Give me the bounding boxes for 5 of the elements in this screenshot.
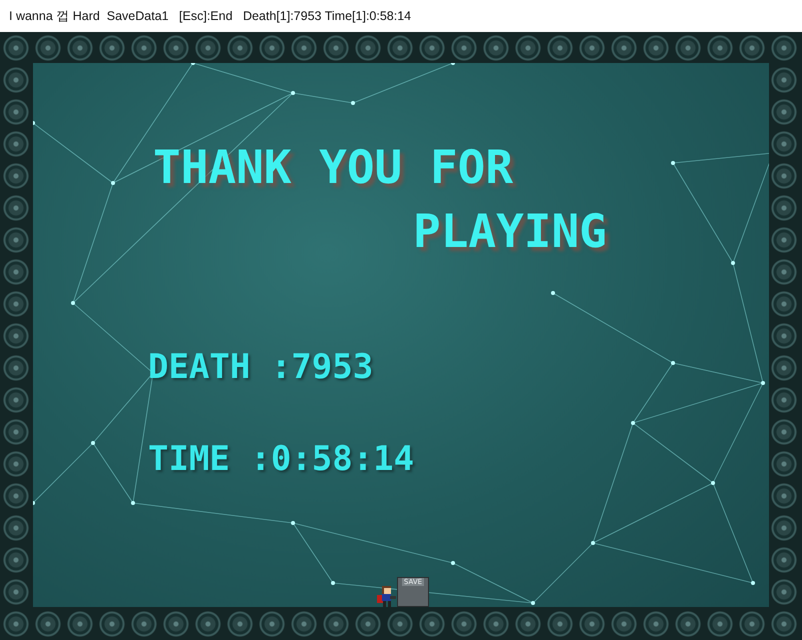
stat-text: TIME :0:58:14 (148, 439, 416, 479)
ending-heading: THANK YOU FOR (153, 139, 514, 196)
stat-text: DEATH :7953 (148, 347, 374, 387)
ending-heading: PLAYING (413, 203, 608, 260)
window-title: I wanna 껍 Hard SaveData1 [Esc]:End Death[1]:7953 Time[1]:0:58:14 (9, 8, 412, 24)
